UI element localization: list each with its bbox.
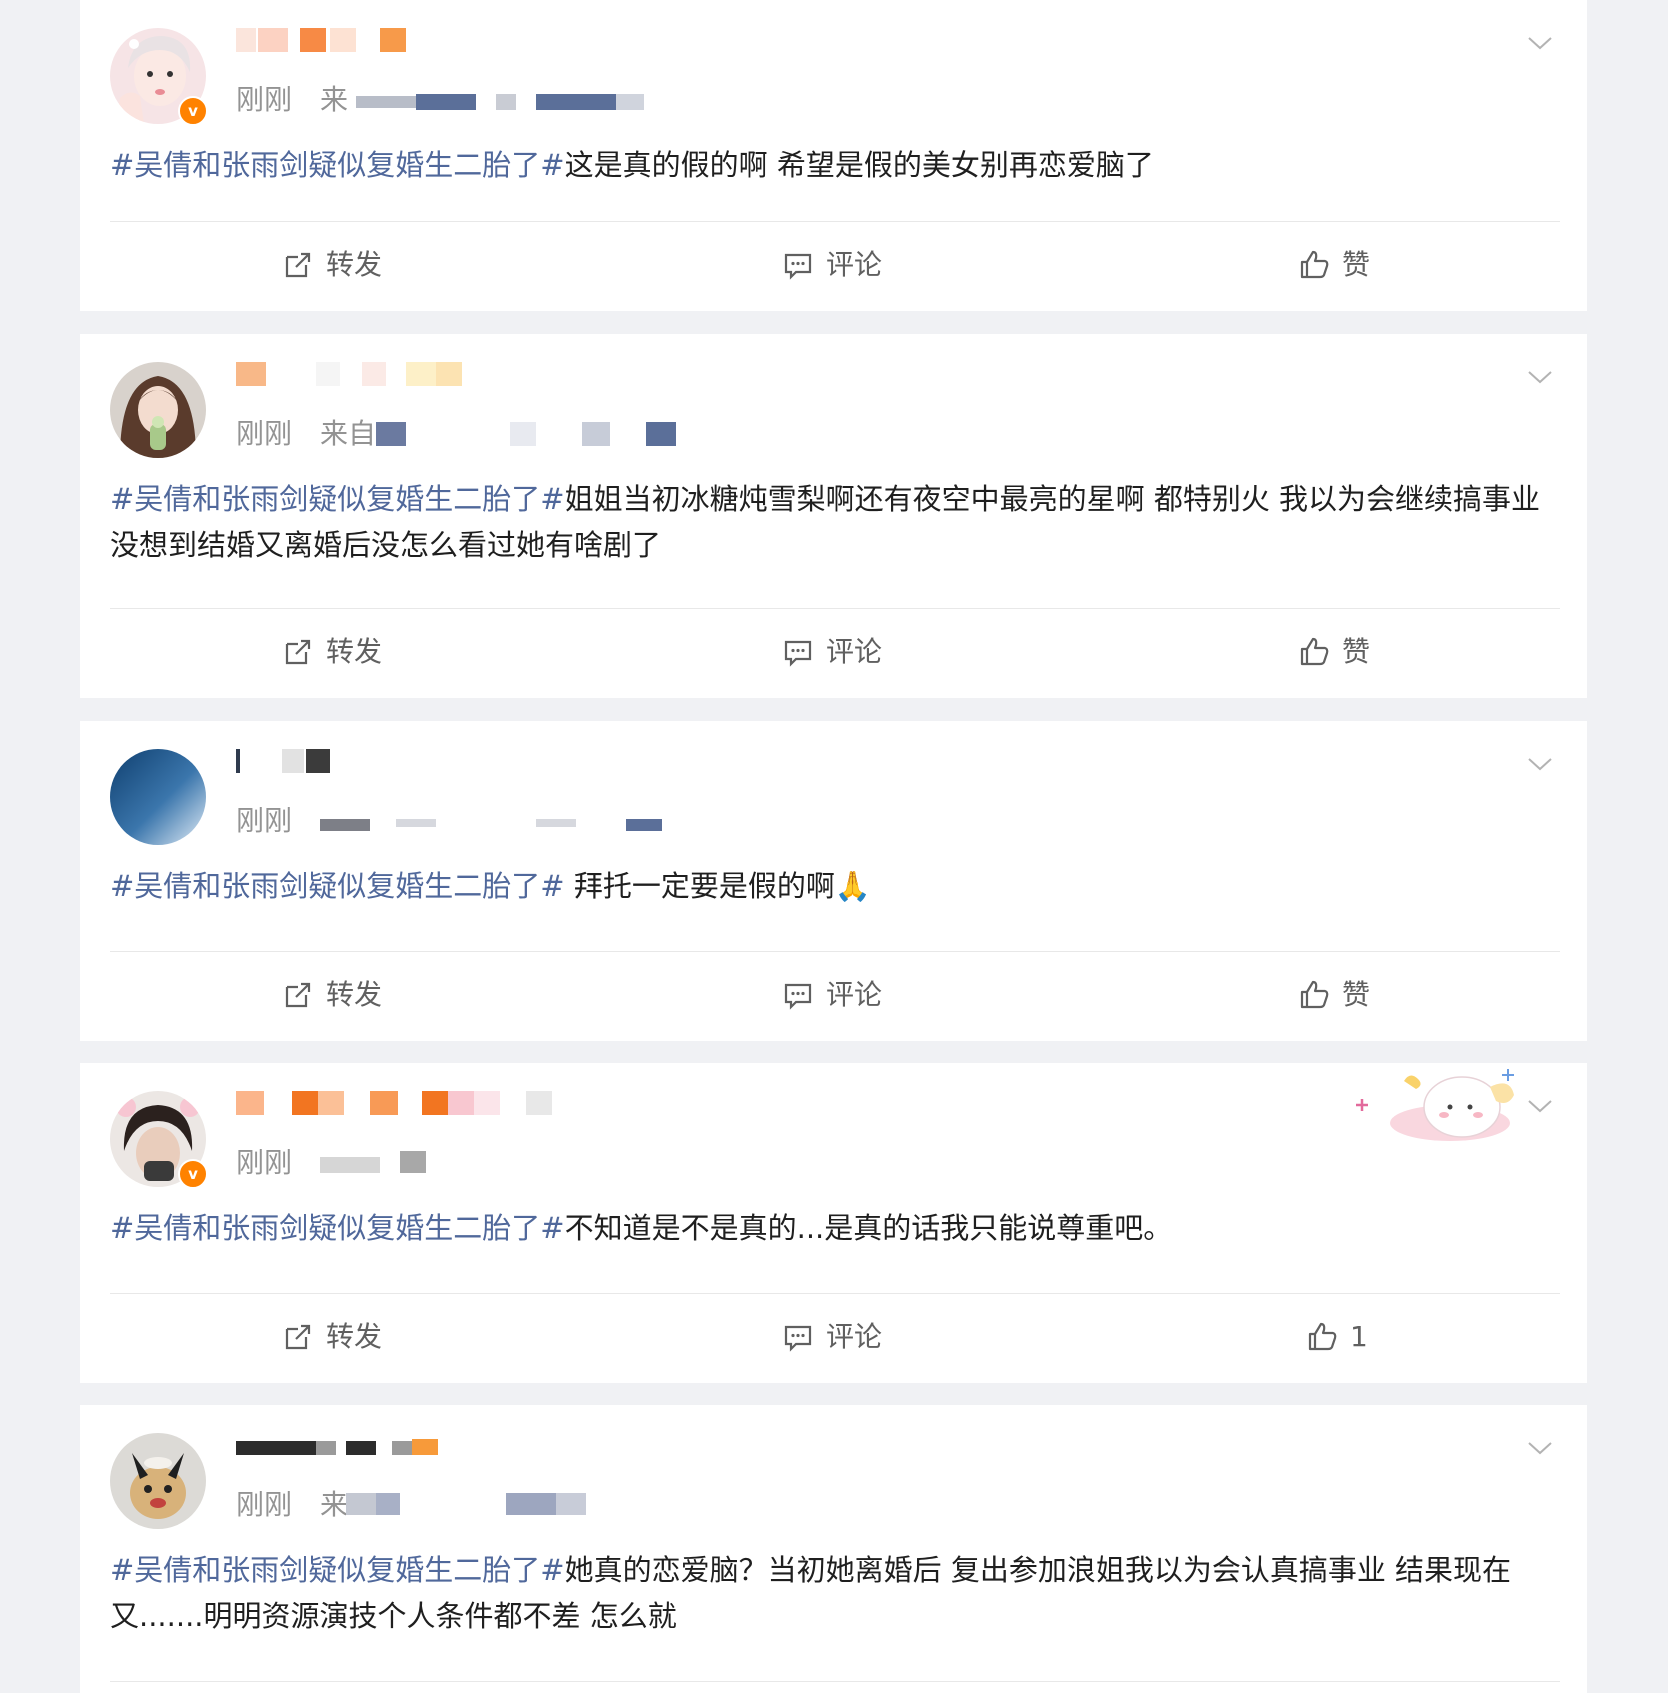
topic-link[interactable]: #吴倩和张雨剑疑似复婚生二胎了# [110,1553,565,1587]
thumbs-up-icon [1308,1322,1337,1351]
divider [110,1293,1560,1294]
post-time: 刚刚 [236,417,293,450]
avatar-image [110,1433,206,1529]
post-meta: 刚刚 [236,1147,736,1179]
username-redacted[interactable] [236,28,636,52]
post-time: 刚刚 [236,804,293,837]
repost-icon [285,982,311,1008]
topic-link[interactable]: #吴倩和张雨剑疑似复婚生二胎了# [110,482,565,516]
post-meta: 刚刚 [236,805,736,837]
post-source: 来 [320,1488,349,1521]
post-time: 刚刚 [236,1146,293,1179]
post-card: v 刚刚 来 #吴倩和张雨剑疑似复婚生二胎了#这是真的假的啊 希望是假的美女别再… [80,0,1587,311]
chevron-down-icon[interactable] [1527,751,1553,777]
repost-icon [285,252,311,278]
post-text: #吴倩和张雨剑疑似复婚生二胎了#姐姐当初冰糖炖雪梨啊还有夜空中最亮的星啊 都特别… [110,476,1550,568]
post-body: 这是真的假的啊 希望是假的美女别再恋爱脑了 [564,148,1154,182]
topic-link[interactable]: #吴倩和张雨剑疑似复婚生二胎了# [110,1211,565,1245]
truncation-fade [700,1591,1020,1641]
repost-button[interactable]: 转发 [282,622,382,682]
post-meta: 刚刚 来 [236,1489,736,1521]
comment-icon [784,1325,812,1352]
like-button[interactable]: 1 [1306,1307,1368,1367]
post-time: 刚刚 [236,1488,293,1521]
post-text: #吴倩和张雨剑疑似复婚生二胎了#这是真的假的啊 希望是假的美女别再恋爱脑了 [110,142,1550,188]
chevron-down-icon[interactable] [1527,364,1553,390]
avatar[interactable] [110,749,206,845]
post-source: 来自 [320,417,377,450]
repost-icon [285,1324,311,1350]
chevron-down-icon[interactable] [1527,30,1553,56]
action-bar: 转发 评论 赞 [80,235,1587,295]
comment-button[interactable]: 评论 [782,1307,882,1367]
topic-link[interactable]: #吴倩和张雨剑疑似复婚生二胎了# [110,148,565,182]
divider [110,608,1560,609]
post-text: #吴倩和张雨剑疑似复婚生二胎了# 拜托一定要是假的啊🙏 [110,863,1550,909]
avatar-image [110,362,206,458]
repost-label: 转发 [326,248,383,281]
like-button[interactable]: 赞 [1298,622,1370,682]
comment-button[interactable]: 评论 [782,622,882,682]
username-redacted[interactable] [236,749,636,773]
repost-button[interactable]: 转发 [282,235,382,295]
comment-icon [784,640,812,667]
post-card: 刚刚 来自 #吴倩和张雨剑疑似复婚生二胎了#姐姐当初冰糖炖雪梨啊还有夜空中最亮的… [80,334,1587,698]
action-bar: 转发 评论 1 [80,1307,1587,1367]
avatar-image [110,749,206,845]
username-redacted[interactable] [236,362,636,386]
post-body: 不知道是不是真的...是真的话我只能说尊重吧。 [564,1211,1173,1245]
chevron-down-icon[interactable] [1527,1093,1553,1119]
comment-label: 评论 [826,1320,883,1353]
action-bar: 转发 评论 赞 [80,965,1587,1025]
repost-label: 转发 [326,978,383,1011]
post-meta: 刚刚 来自 [236,418,736,450]
thumbs-up-icon [1300,980,1329,1009]
repost-icon [285,639,311,665]
username-redacted[interactable] [236,1433,636,1457]
post-card: 刚刚 来 #吴倩和张雨剑疑似复婚生二胎了#她真的恋爱脑？当初她离婚后 复出参加浪… [80,1405,1587,1693]
like-count: 赞 [1342,978,1371,1011]
thumbs-up-icon [1300,637,1329,666]
post-body: 拜托一定要是假的啊🙏 [564,869,871,903]
thumbs-up-icon [1300,250,1329,279]
username-redacted[interactable] [236,1091,636,1115]
post-text: #吴倩和张雨剑疑似复婚生二胎了#不知道是不是真的...是真的话我只能说尊重吧。 [110,1205,1550,1251]
comment-button[interactable]: 评论 [782,965,882,1025]
topic-link[interactable]: #吴倩和张雨剑疑似复婚生二胎了# [110,869,565,903]
verified-badge-icon: v [178,1159,208,1189]
comment-label: 评论 [826,248,883,281]
action-bar: 转发 评论 赞 [80,622,1587,682]
cloud-bunny-sticker-icon [1356,1069,1514,1141]
avatar[interactable] [110,362,206,458]
like-button[interactable]: 赞 [1298,235,1370,295]
comment-icon [784,253,812,280]
like-count: 赞 [1342,635,1371,668]
divider [110,1681,1560,1682]
comment-button[interactable]: 评论 [782,235,882,295]
verified-badge-icon: v [178,96,208,126]
like-count: 赞 [1342,248,1371,281]
comment-label: 评论 [826,978,883,1011]
divider [110,951,1560,952]
post-meta: 刚刚 来 [236,84,736,116]
post-card: v 刚刚 #吴倩和张雨剑疑似复婚生二胎了#不知道是不是真的...是真的话我只能说… [80,1063,1587,1383]
like-button[interactable]: 赞 [1298,965,1370,1025]
post-time: 刚刚 [236,83,293,116]
repost-label: 转发 [326,1320,383,1353]
repost-button[interactable]: 转发 [282,1307,382,1367]
comment-icon [784,983,812,1010]
repost-label: 转发 [326,635,383,668]
repost-button[interactable]: 转发 [282,965,382,1025]
avatar[interactable] [110,1433,206,1529]
divider [110,221,1560,222]
comment-label: 评论 [826,635,883,668]
post-source: 来 [320,83,349,116]
like-count: 1 [1350,1320,1368,1353]
chevron-down-icon[interactable] [1527,1435,1553,1461]
post-card: 刚刚 #吴倩和张雨剑疑似复婚生二胎了# 拜托一定要是假的啊🙏 转发 评论 赞 [80,721,1587,1041]
